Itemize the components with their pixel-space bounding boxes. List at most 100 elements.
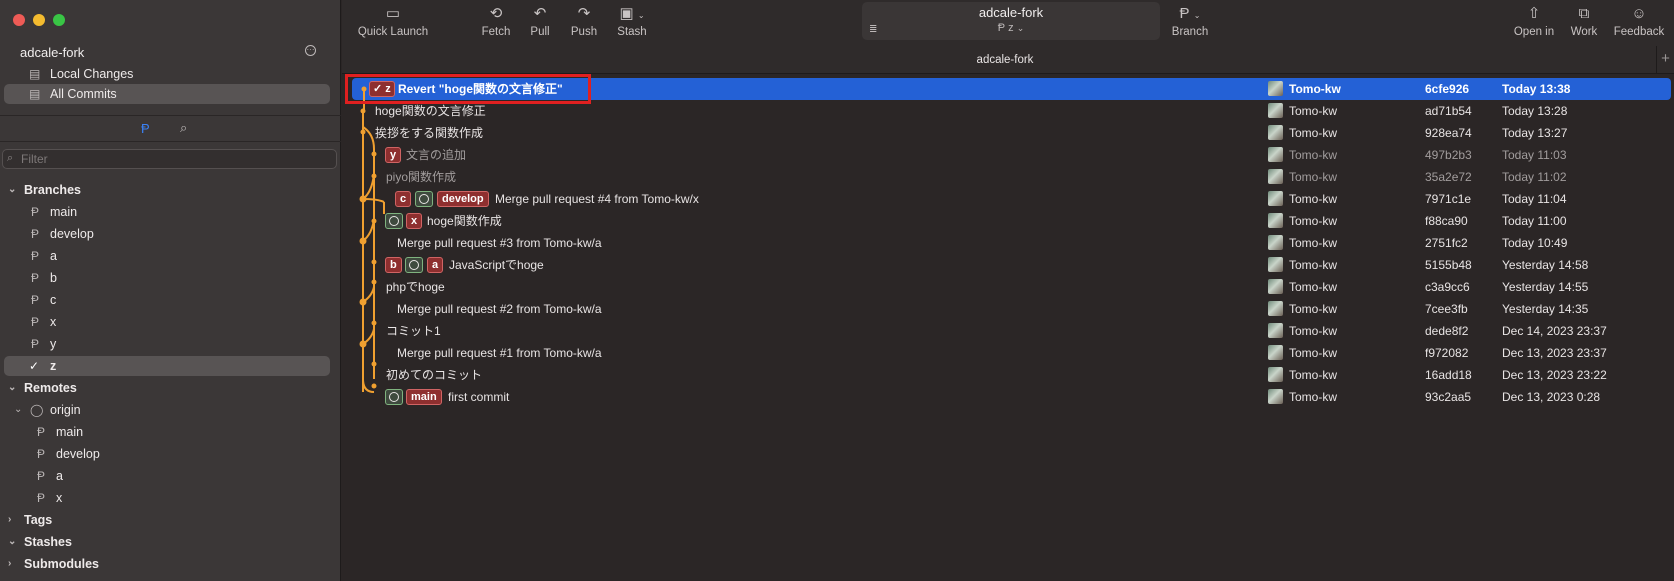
quick-launch-label: Quick Launch xyxy=(357,26,429,38)
commit-date: Yesterday 14:58 xyxy=(1502,258,1589,272)
commit-message: first commit xyxy=(448,390,510,404)
pull-button[interactable]: ↶ Pull xyxy=(522,4,558,38)
commit-message: 文言の追加 xyxy=(406,148,467,162)
commit-sha: 93c2aa5 xyxy=(1425,390,1472,404)
commits-list-icon: ▤ xyxy=(29,87,41,101)
commit-row[interactable]: 初めてのコミット Tomo-kw 16add18 Dec 13, 2023 23… xyxy=(342,364,1674,386)
chevron-down-icon: ⌄ xyxy=(1016,23,1025,33)
sidebar-item-branch-x[interactable]: Ᵽ x xyxy=(0,312,341,332)
merge-node xyxy=(359,298,367,306)
tab-bar: adcale-fork + xyxy=(342,46,1674,74)
commit-date: Today 13:38 xyxy=(1502,82,1571,96)
avatar xyxy=(1268,367,1283,382)
branch-label: a xyxy=(50,249,57,263)
sidebar-item-branch-main[interactable]: Ᵽ main xyxy=(0,202,341,222)
chevron-right-icon: › xyxy=(8,558,12,569)
branch-icon: Ᵽ xyxy=(31,249,40,263)
avatar xyxy=(1268,103,1283,118)
push-label: Push xyxy=(570,26,598,38)
github-badge[interactable] xyxy=(415,191,433,207)
search-icon[interactable]: ⌕ xyxy=(180,120,187,136)
branch-icon: Ᵽ xyxy=(37,469,46,483)
sidebar-item-branch-z[interactable]: ✓ z xyxy=(4,356,330,376)
sidebar-item-branch-y[interactable]: Ᵽ y xyxy=(0,334,341,354)
quick-launch-button[interactable]: ▭ Quick Launch xyxy=(356,4,430,38)
fetch-button[interactable]: ⟲ Fetch xyxy=(474,4,518,38)
commit-row[interactable]: Merge pull request #2 from Tomo-kw/a Tom… xyxy=(342,298,1674,320)
commit-row[interactable]: コミット1 Tomo-kw dede8f2 Dec 14, 2023 23:37 xyxy=(342,320,1674,342)
window-icon: ▭ xyxy=(385,5,401,22)
commit-row[interactable]: Merge pull request #3 from Tomo-kw/a Tom… xyxy=(342,232,1674,254)
commit-node xyxy=(371,361,377,367)
github-icon xyxy=(409,260,419,270)
filter-field[interactable]: ⌕ xyxy=(2,149,337,169)
section-label: Submodules xyxy=(24,557,100,571)
more-options-icon[interactable]: ··· xyxy=(305,45,316,56)
commit-author: Tomo-kw xyxy=(1289,170,1338,184)
push-button[interactable]: ↷ Push xyxy=(564,4,604,38)
sidebar-item-local-changes[interactable]: ▤ Local Changes xyxy=(0,64,341,84)
filter-input[interactable] xyxy=(21,151,321,167)
branch-icon: Ᵽ xyxy=(31,315,40,329)
commit-author: Tomo-kw xyxy=(1289,324,1338,338)
current-branch-selector[interactable]: Ᵽ z ⌄ xyxy=(862,22,1160,34)
sidebar-item-branch-c[interactable]: Ᵽ c xyxy=(0,290,341,310)
sidebar-item-remote-branch-develop[interactable]: Ᵽ develop xyxy=(0,444,341,464)
section-branches[interactable]: ⌄ Branches xyxy=(0,180,341,200)
section-tags[interactable]: › Tags xyxy=(0,510,341,530)
commit-row[interactable]: phpでhoge Tomo-kw c3a9cc6 Yesterday 14:55 xyxy=(342,276,1674,298)
chevron-down-icon: ⌄ xyxy=(8,536,17,547)
search-icon: ⌕ xyxy=(7,152,14,164)
commit-row[interactable]: piyo関数作成 Tomo-kw 35a2e72 Today 11:02 xyxy=(342,166,1674,188)
commit-sha: 6cfe926 xyxy=(1425,82,1470,96)
close-window-button[interactable] xyxy=(13,14,25,26)
section-submodules[interactable]: › Submodules xyxy=(0,554,341,574)
commit-sha: 497b2b3 xyxy=(1425,148,1472,162)
sidebar-item-branch-b[interactable]: Ᵽ b xyxy=(0,268,341,288)
merge-node xyxy=(359,340,367,348)
commit-sha: 5155b48 xyxy=(1425,258,1472,272)
commit-node xyxy=(371,279,377,285)
sidebar-item-remote-branch-x[interactable]: Ᵽ x xyxy=(0,488,341,508)
commit-row[interactable]: c develop Merge pull request #4 from Tom… xyxy=(342,188,1674,210)
sidebar-item-remote-branch-a[interactable]: Ᵽ a xyxy=(0,466,341,486)
repository-branch-selector[interactable]: adcale-fork Ᵽ z ⌄ ≣ xyxy=(862,2,1160,40)
commit-row[interactable]: Merge pull request #1 from Tomo-kw/a Tom… xyxy=(342,342,1674,364)
section-remotes[interactable]: ⌄ Remotes xyxy=(0,378,341,398)
add-tab-button[interactable]: + xyxy=(1656,46,1674,74)
toolbar: ▭ Quick Launch ⟲ Fetch ↶ Pull ↷ Push ▣ ⌄… xyxy=(342,0,1674,46)
open-in-button[interactable]: ⇧ Open in xyxy=(1510,4,1558,38)
avatar xyxy=(1268,301,1283,316)
section-stashes[interactable]: ⌄ Stashes xyxy=(0,532,341,552)
branch-badge-a[interactable]: a xyxy=(427,257,444,273)
sidebar-item-label: Local Changes xyxy=(50,67,134,81)
branch-button[interactable]: Ᵽ ⌄ Branch xyxy=(1168,4,1212,38)
commit-node xyxy=(371,173,377,179)
stash-button[interactable]: ▣ ⌄ Stash xyxy=(610,4,654,38)
minimize-window-button[interactable] xyxy=(33,14,45,26)
sidebar-item-branch-a[interactable]: Ᵽ a xyxy=(0,246,341,266)
avatar xyxy=(1268,213,1283,228)
commit-row[interactable]: main first commit Tomo-kw 93c2aa5 Dec 13… xyxy=(342,386,1674,408)
sidebar-item-remote-origin[interactable]: ⌄ ◯ origin xyxy=(0,400,341,420)
feedback-button[interactable]: ☺ Feedback xyxy=(1610,4,1668,38)
sidebar-item-remote-branch-main[interactable]: Ᵽ main xyxy=(0,422,341,442)
branch-label: x xyxy=(56,491,63,505)
commit-row[interactable]: b a JavaScriptでhoge Tomo-kw 5155b48 Yest… xyxy=(342,254,1674,276)
merge-node xyxy=(359,195,367,203)
zoom-window-button[interactable] xyxy=(53,14,65,26)
commit-row[interactable]: 挨拶をする関数作成 Tomo-kw 928ea74 Today 13:27 xyxy=(342,122,1674,144)
commit-row[interactable]: x hoge関数作成 Tomo-kw f88ca90 Today 11:00 xyxy=(342,210,1674,232)
commit-node xyxy=(360,108,366,114)
branch-badge-x[interactable]: x xyxy=(406,213,423,229)
sidebar-item-all-commits[interactable]: ▤ All Commits xyxy=(4,84,330,104)
branch-tab-icon[interactable]: Ᵽ xyxy=(141,121,150,136)
tab-adcale-fork[interactable]: adcale-fork xyxy=(342,54,1668,66)
work-button[interactable]: ⧉ Work xyxy=(1564,4,1604,38)
sidebar-item-branch-develop[interactable]: Ᵽ develop xyxy=(0,224,341,244)
branch-badge-main[interactable]: main xyxy=(406,389,442,405)
github-badge[interactable] xyxy=(405,257,423,273)
commit-node xyxy=(371,151,377,157)
branch-badge-develop[interactable]: develop xyxy=(437,191,489,207)
commit-row[interactable]: y 文言の追加 Tomo-kw 497b2b3 Today 11:03 xyxy=(342,144,1674,166)
